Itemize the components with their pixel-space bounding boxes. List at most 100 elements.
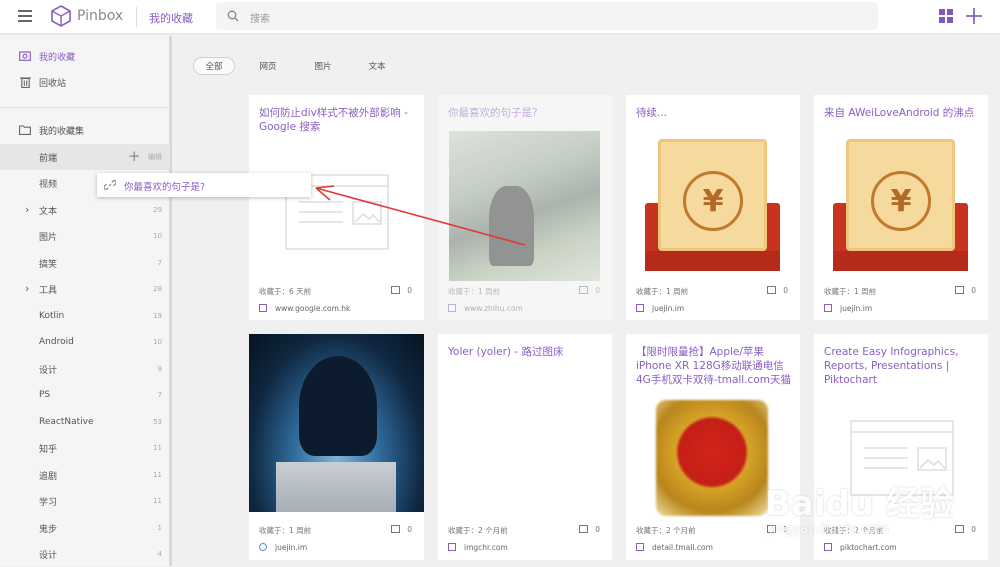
- card-title[interactable]: 来自 AWeiLoveAndroid 的沸点: [824, 106, 980, 120]
- sidebar-item-images[interactable]: 图片 10: [0, 223, 170, 249]
- sidebar-item-funny[interactable]: 搞笑 7: [0, 250, 170, 276]
- card-site[interactable]: juejin.im: [824, 304, 872, 313]
- card-meta: 收藏于：6 天前 0: [259, 286, 412, 297]
- item-count: 7: [157, 391, 162, 399]
- sidebar-item-label: 追剧: [39, 471, 58, 482]
- item-count: 10: [153, 338, 162, 346]
- sidebar-item-drama[interactable]: 追剧 11: [0, 462, 170, 488]
- comment-count[interactable]: 0: [579, 525, 600, 534]
- chevron-right-icon[interactable]: ›: [25, 282, 29, 295]
- sidebar-item-recycle-bin[interactable]: 回收站: [0, 69, 170, 95]
- sidebar-item-android[interactable]: Android 10: [0, 329, 170, 355]
- card-title[interactable]: Yoler (yoler) - 路过图床: [448, 345, 604, 359]
- sidebar-item-label: 回收站: [39, 78, 67, 89]
- comment-count[interactable]: 0: [579, 286, 600, 295]
- item-count: 11: [153, 497, 162, 505]
- card-title[interactable]: 待续...: [636, 106, 792, 120]
- filter-all[interactable]: 全部: [193, 57, 235, 75]
- sidebar-item-label: 前端: [39, 153, 58, 164]
- item-count: 53: [153, 418, 162, 426]
- sidebar-item-zhihu[interactable]: 知乎 11: [0, 435, 170, 461]
- grid-view-icon[interactable]: [939, 9, 953, 23]
- sidebar-item-text[interactable]: › 文本 29: [0, 197, 170, 223]
- sidebar-item-my-favorites[interactable]: 我的收藏: [0, 43, 170, 69]
- saved-time: 收藏于：6 天前: [259, 287, 312, 296]
- comment-icon: [391, 525, 401, 533]
- divider: [0, 107, 170, 108]
- site-domain: juejin.im: [275, 543, 308, 552]
- menu-icon[interactable]: [18, 10, 32, 22]
- chevron-right-icon[interactable]: ›: [25, 203, 29, 216]
- sidebar-item-design-2[interactable]: 设计 4: [0, 541, 170, 567]
- sidebar-item-design[interactable]: 设计 9: [0, 356, 170, 382]
- card-meta: 收藏于：1 周前 0: [259, 525, 412, 536]
- count-value: 0: [783, 286, 788, 295]
- bookmark-card[interactable]: 来自 AWeiLoveAndroid 的沸点 ¥ 收藏于：1 周前 0 jueji…: [814, 95, 988, 320]
- filter-label: 文本: [368, 62, 386, 72]
- comment-count[interactable]: 0: [767, 286, 788, 295]
- sidebar: 我的收藏 回收站 我的收藏集 前端 + 编辑 视频 › 文本 29 图片 10 …: [0, 36, 172, 566]
- comment-icon: [579, 525, 589, 533]
- collections-header[interactable]: 我的收藏集: [0, 117, 170, 143]
- sidebar-item-ghost-step[interactable]: 鬼步 1: [0, 515, 170, 541]
- sidebar-item-ps[interactable]: PS 7: [0, 382, 170, 408]
- comment-count[interactable]: 0: [391, 286, 412, 295]
- sidebar-item-tools[interactable]: › 工具 28: [0, 276, 170, 302]
- comment-icon: [391, 286, 401, 294]
- sidebar-item-kotlin[interactable]: Kotlin 19: [0, 303, 170, 329]
- card-site[interactable]: imgchr.com: [448, 543, 508, 552]
- watermark-url: jingyan.baidu.com: [769, 522, 889, 537]
- item-count: 11: [153, 471, 162, 479]
- search-input[interactable]: 搜索: [250, 10, 270, 25]
- item-count: 10: [153, 232, 162, 240]
- bookmark-card[interactable]: 待续... ¥ 收藏于：1 周前 0 juejin.im: [626, 95, 800, 320]
- bookmark-card[interactable]: 收藏于：1 周前 0 juejin.im: [249, 334, 424, 560]
- sidebar-item-reactnative[interactable]: ReactNative 53: [0, 409, 170, 435]
- pinbox-logo-icon: [51, 5, 71, 27]
- sidebar-item-label: 我的收藏: [39, 52, 76, 63]
- comment-icon: [579, 286, 589, 294]
- count-value: 0: [407, 525, 412, 534]
- card-title[interactable]: 【限时限量抢】Apple/苹果 iPhone XR 128G移动联通电信4G手机…: [636, 345, 792, 387]
- filter-text[interactable]: 文本: [359, 57, 395, 75]
- sidebar-item-label: 视频: [39, 179, 58, 190]
- bookmark-card[interactable]: Yoler (yoler) - 路过图床 收藏于：2 个月前 0 imgchr.c…: [438, 334, 612, 560]
- card-title[interactable]: 你最喜欢的句子是?: [448, 106, 604, 120]
- page-icon: [824, 304, 832, 312]
- add-to-collection-icon[interactable]: +: [128, 148, 141, 164]
- saved-time: 收藏于：1 周前: [824, 287, 877, 296]
- item-count: 11: [153, 444, 162, 452]
- search-bar[interactable]: 搜索: [216, 2, 878, 30]
- page-icon: [636, 304, 644, 312]
- top-bar: Pinbox 我的收藏 搜索: [0, 0, 1000, 34]
- saved-time: 收藏于：2 个月前: [448, 526, 508, 535]
- card-site[interactable]: juejin.im: [259, 543, 307, 552]
- add-icon[interactable]: [966, 8, 982, 24]
- sidebar-item-frontend[interactable]: 前端 + 编辑: [0, 144, 170, 170]
- site-domain: juejin.im: [652, 304, 685, 313]
- comment-count[interactable]: 0: [391, 525, 412, 534]
- count-value: 0: [407, 286, 412, 295]
- laptop: [276, 462, 396, 512]
- site-favicon: [259, 543, 267, 551]
- yen-icon: ¥: [871, 171, 931, 231]
- item-count: 1: [157, 524, 162, 532]
- filter-web[interactable]: 网页: [250, 57, 286, 75]
- sidebar-item-study[interactable]: 学习 11: [0, 488, 170, 514]
- edit-link[interactable]: 编辑: [148, 152, 162, 162]
- sidebar-item-label: 搞笑: [39, 259, 58, 270]
- filter-images[interactable]: 图片: [305, 57, 341, 75]
- card-site[interactable]: www.zhihu.com: [448, 304, 523, 313]
- comment-count[interactable]: 0: [955, 286, 976, 295]
- site-domain: www.google.com.hk: [275, 304, 351, 313]
- card-meta: 收藏于：2 个月前 0: [448, 525, 600, 536]
- yen-icon: ¥: [683, 171, 743, 231]
- card-site[interactable]: detail.tmall.com: [636, 543, 713, 552]
- card-title[interactable]: 如何防止div样式不被外部影响 - Google 搜索: [259, 106, 416, 134]
- card-title[interactable]: Create Easy Infographics, Reports, Prese…: [824, 345, 980, 387]
- card-site[interactable]: juejin.im: [636, 304, 684, 313]
- search-icon: [227, 10, 239, 22]
- emblem-image: [656, 400, 768, 516]
- item-count: 9: [157, 365, 162, 373]
- card-site[interactable]: www.google.com.hk: [259, 304, 350, 313]
